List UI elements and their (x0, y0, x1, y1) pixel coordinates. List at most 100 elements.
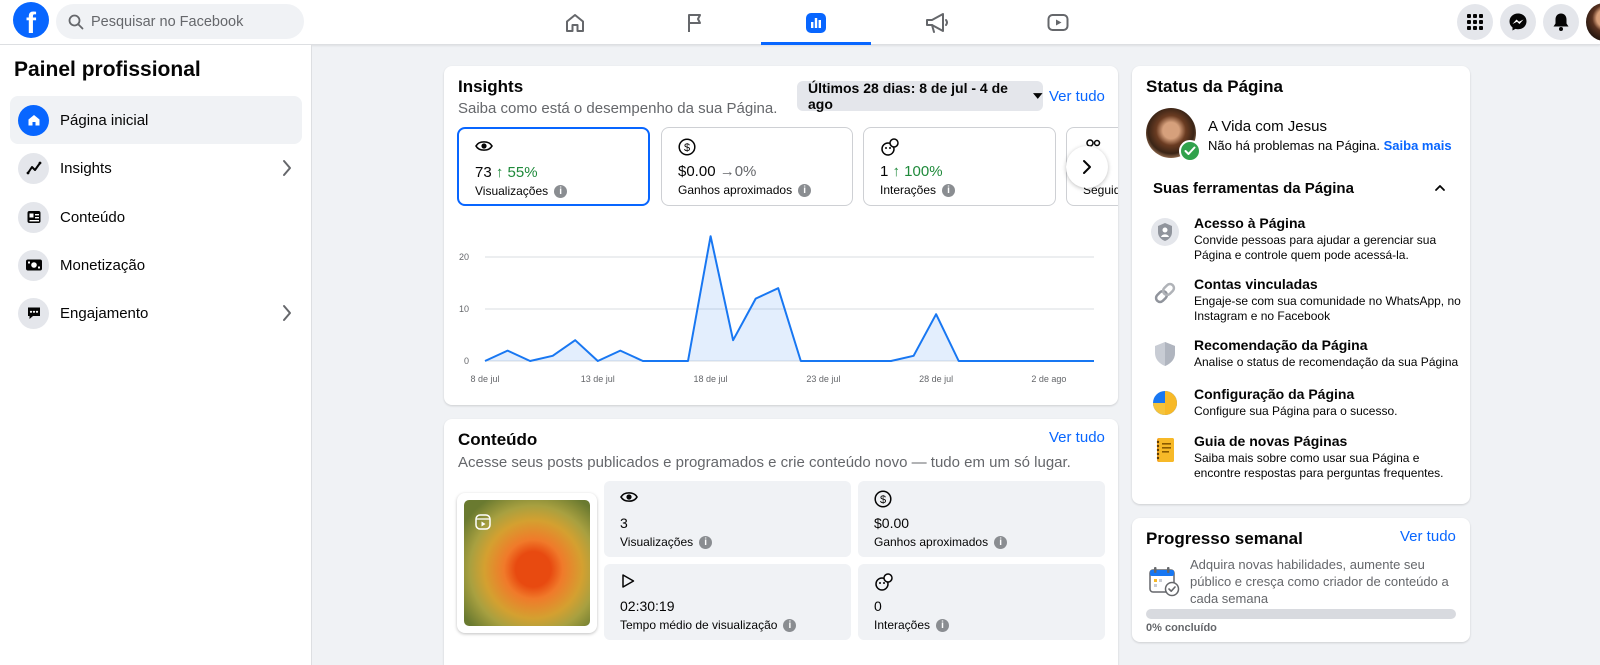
tools-section-title: Suas ferramentas da Página (1153, 180, 1354, 197)
sidebar-item-label: Monetização (60, 256, 146, 274)
nav-tab-ads[interactable] (882, 0, 992, 45)
metric-value: 73 ↑ 55% (475, 164, 538, 181)
guide-icon (1156, 438, 1174, 462)
chart-point[interactable] (750, 293, 762, 305)
sidebar-item-engagement[interactable]: Engajamento (10, 289, 302, 337)
chart-point[interactable] (682, 355, 694, 367)
info-icon[interactable]: i (554, 184, 568, 198)
chevron-right-icon (283, 305, 291, 321)
info-icon[interactable]: i (699, 535, 713, 549)
info-icon[interactable]: i (798, 183, 812, 197)
chart-point[interactable] (862, 355, 874, 367)
chart-point[interactable] (1020, 355, 1032, 367)
tool-title: Acesso à Página (1194, 215, 1306, 231)
metric-card-interactions[interactable]: 1 ↑ 100% Interações i (863, 127, 1056, 206)
sidebar-item-content[interactable]: Conteúdo (10, 193, 302, 241)
metric-card-views[interactable]: 73 ↑ 55% Visualizações i (457, 127, 650, 206)
metric-change: →0% (719, 163, 757, 180)
chart-x-tick-label: 18 de jul (694, 374, 728, 384)
page-status-text: Não há problemas na Página. Saiba mais (1208, 138, 1452, 153)
chart-point[interactable] (592, 355, 604, 367)
sidebar-item-home[interactable]: Página inicial (10, 96, 302, 144)
chart-y-tick-label: 10 (459, 304, 469, 314)
tool-page-access[interactable]: Acesso à Página Convide pessoas para aju… (1150, 215, 1460, 265)
metric-change: ↑ 100% (892, 163, 943, 180)
chart-point[interactable] (998, 355, 1010, 367)
tool-new-pages-guide[interactable]: Guia de novas Páginas Saiba mais sobre c… (1150, 433, 1460, 483)
info-icon[interactable]: i (783, 618, 797, 632)
chart-point[interactable] (502, 345, 514, 357)
info-icon[interactable]: i (942, 183, 956, 197)
shield-icon (1155, 342, 1175, 366)
chart-point[interactable] (930, 308, 942, 320)
chart-point[interactable] (614, 345, 626, 357)
chart-point[interactable] (1088, 355, 1100, 367)
nav-tab-video[interactable] (1003, 0, 1113, 45)
chart-point[interactable] (1065, 355, 1077, 367)
chart-point[interactable] (1043, 355, 1055, 367)
interactions-icon (881, 138, 899, 156)
search-input[interactable] (91, 13, 291, 30)
content-see-all-link[interactable]: Ver tudo (1049, 429, 1105, 446)
chart-point[interactable] (772, 282, 784, 294)
next-metrics-button[interactable] (1066, 146, 1108, 188)
sidebar-item-insights[interactable]: Insights (10, 144, 302, 192)
weekly-progress-card: Progresso semanal Ver tudo Adquira novas… (1132, 518, 1470, 642)
post-thumbnail[interactable] (457, 493, 597, 633)
content-card: Conteúdo Acesse seus posts publicados e … (444, 419, 1118, 665)
sidebar-item-label: Insights (60, 159, 112, 177)
weekly-progress-description: Adquira novas habilidades, aumente seu p… (1190, 557, 1449, 606)
insights-subtitle: Saiba como está o desempenho da sua Pági… (458, 100, 778, 117)
info-icon[interactable]: i (994, 535, 1008, 549)
tool-description: Engaje-se com sua comunidade no WhatsApp… (1194, 294, 1461, 323)
chart-point[interactable] (705, 230, 717, 242)
sidebar-item-label: Página inicial (60, 111, 149, 129)
tool-page-setup[interactable]: Configuração da Página Configure sua Pág… (1150, 386, 1460, 426)
account-avatar[interactable] (1586, 3, 1600, 41)
chart-point[interactable] (908, 350, 920, 362)
chart-point[interactable] (524, 355, 536, 367)
learn-more-link[interactable]: Saiba mais (1384, 138, 1452, 153)
notifications-button[interactable] (1543, 4, 1579, 40)
messenger-button[interactable] (1500, 4, 1536, 40)
chart-point[interactable] (659, 355, 671, 367)
weekly-progress-bar (1146, 609, 1456, 619)
chart-point[interactable] (479, 355, 491, 367)
chart-point[interactable] (569, 334, 581, 346)
chart-x-tick-label: 23 de jul (806, 374, 840, 384)
chart-point[interactable] (975, 355, 987, 367)
chart-point[interactable] (727, 334, 739, 346)
stat-value: 0 (874, 598, 882, 614)
chart-point[interactable] (840, 355, 852, 367)
insights-see-all-link[interactable]: Ver tudo (1049, 88, 1105, 105)
nav-tab-dashboard[interactable] (761, 0, 871, 45)
chart-point[interactable] (795, 355, 807, 367)
sidebar-item-monetization[interactable]: Monetização (10, 241, 302, 289)
home-icon (566, 13, 584, 32)
metric-card-earnings[interactable]: $ $0.00 →0% Ganhos aproximados i (661, 127, 853, 206)
reel-icon (475, 514, 491, 530)
menu-button[interactable] (1457, 4, 1493, 40)
link-icon (1154, 282, 1176, 304)
bell-icon (1553, 13, 1569, 31)
info-icon[interactable]: i (936, 618, 950, 632)
tool-page-recommendation[interactable]: Recomendação da Página Analise o status … (1150, 337, 1460, 377)
tool-description: Saiba mais sobre como usar sua Página e … (1194, 451, 1444, 480)
search-bar[interactable] (56, 4, 304, 39)
messenger-icon (1509, 13, 1527, 31)
chart-point[interactable] (817, 355, 829, 367)
weekly-progress-see-all-link[interactable]: Ver tudo (1400, 528, 1456, 545)
nav-tab-pages[interactable] (640, 0, 750, 45)
facebook-logo[interactable]: f (13, 2, 49, 38)
date-range-dropdown[interactable]: Últimos 28 dias: 8 de jul - 4 de ago (797, 80, 1043, 112)
chart-point[interactable] (953, 355, 965, 367)
chevron-right-icon (1083, 160, 1091, 174)
chevron-up-icon[interactable] (1434, 184, 1446, 192)
stat-value: 3 (620, 515, 628, 531)
chart-point[interactable] (885, 355, 897, 367)
tool-linked-accounts[interactable]: Contas vinculadas Engaje-se com sua comu… (1150, 276, 1461, 326)
chart-point[interactable] (637, 355, 649, 367)
chart-point[interactable] (547, 350, 559, 362)
nav-tab-home[interactable] (520, 0, 630, 45)
access-icon (1151, 218, 1179, 246)
